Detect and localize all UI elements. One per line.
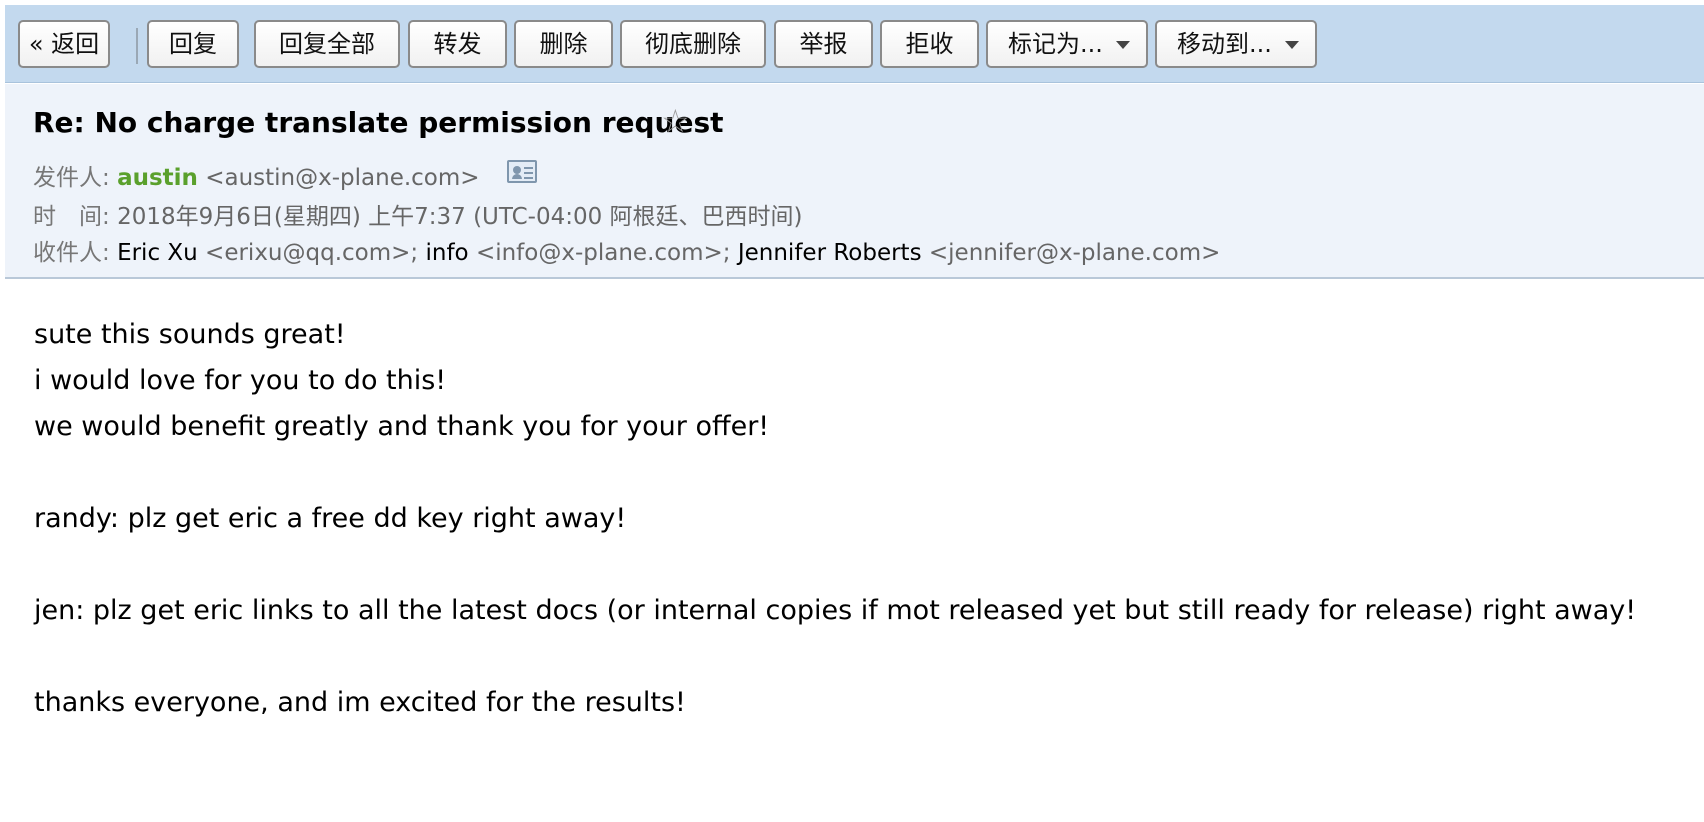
contact-card-icon[interactable] [507, 160, 537, 183]
reply-all-button[interactable]: 回复全部 [254, 20, 400, 68]
from-label: 发件人: [33, 165, 110, 191]
move-to-label: 移动到... [1177, 30, 1272, 58]
sender-name[interactable]: austin [117, 165, 198, 191]
body-line [34, 542, 1636, 588]
email-subject: Re: No charge translate permission reque… [33, 106, 724, 139]
mail-toolbar: « 返回 回复 回复全部 转发 删除 彻底删除 举报 拒收 标记为... 移动到… [5, 5, 1704, 83]
body-line: sute this sounds great! [34, 319, 346, 350]
back-button[interactable]: « 返回 [18, 20, 110, 68]
body-line: jen: plz get eric links to all the lates… [34, 595, 1637, 626]
sender-address: <austin@x-plane.com> [205, 165, 480, 191]
reject-button[interactable]: 拒收 [880, 20, 979, 68]
delete-button[interactable]: 删除 [514, 20, 613, 68]
report-button[interactable]: 举报 [774, 20, 873, 68]
reply-button[interactable]: 回复 [147, 20, 239, 68]
mark-as-label: 标记为... [1008, 30, 1103, 58]
chevron-down-icon [1116, 41, 1130, 49]
time-label: 时 间: [33, 204, 110, 230]
from-row: 发件人: austin <austin@x-plane.com> [33, 158, 480, 192]
body-line: i would love for you to do this! [34, 365, 447, 396]
mail-reader-window: « 返回 回复 回复全部 转发 删除 彻底删除 举报 拒收 标记为... 移动到… [0, 0, 1704, 822]
body-line [34, 450, 1636, 496]
mark-as-dropdown[interactable]: 标记为... [986, 20, 1148, 68]
time-value: 2018年9月6日(星期四) 上午7:37 (UTC-04:00 阿根廷、巴西时… [117, 204, 803, 230]
body-line: randy: plz get eric a free dd key right … [34, 503, 627, 534]
body-line: thanks everyone, and im excited for the … [34, 687, 686, 718]
body-line [34, 634, 1636, 680]
toolbar-divider [136, 28, 138, 64]
delete-permanently-button[interactable]: 彻底删除 [620, 20, 766, 68]
recipient[interactable]: info <info@x-plane.com> [425, 240, 722, 266]
email-body: sute this sounds great! i would love for… [34, 312, 1636, 726]
time-row: 时 间: 2018年9月6日(星期四) 上午7:37 (UTC-04:00 阿根… [33, 197, 803, 231]
chevron-down-icon [1285, 41, 1299, 49]
recipient[interactable]: Jennifer Roberts <jennifer@x-plane.com> [738, 240, 1221, 266]
recipient[interactable]: Eric Xu <erixu@qq.com> [117, 240, 410, 266]
move-to-dropdown[interactable]: 移动到... [1155, 20, 1317, 68]
forward-button[interactable]: 转发 [408, 20, 507, 68]
body-line: we would benefit greatly and thank you f… [34, 411, 770, 442]
star-icon[interactable]: ☆ [661, 102, 690, 140]
to-label: 收件人: [33, 240, 110, 266]
email-header: Re: No charge translate permission reque… [5, 84, 1704, 279]
to-row: 收件人: Eric Xu <erixu@qq.com>; info <info@… [33, 240, 1221, 266]
